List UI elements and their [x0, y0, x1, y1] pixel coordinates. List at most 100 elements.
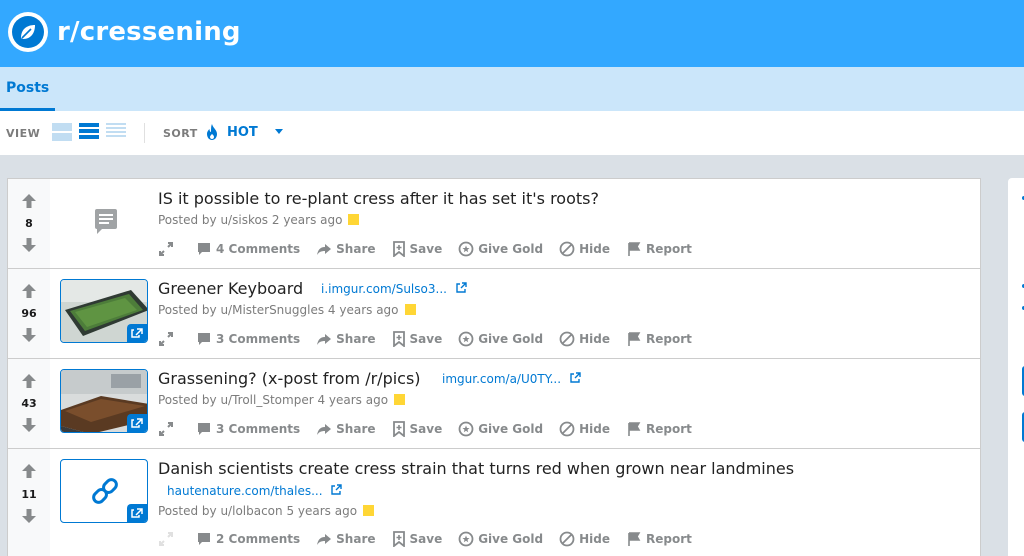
report-button[interactable]: Report — [626, 331, 692, 347]
self-post-icon[interactable] — [60, 189, 148, 253]
post-meta: Posted by u/lolbacon 5 years ago — [158, 504, 375, 518]
expand-icon[interactable] — [158, 531, 174, 547]
report-button[interactable]: Report — [626, 531, 692, 547]
comments-button[interactable]: 3 Comments — [196, 331, 300, 347]
view-label: VIEW — [6, 127, 41, 140]
hide-icon — [559, 241, 575, 257]
hide-button[interactable]: Hide — [559, 531, 610, 547]
give-gold-button[interactable]: Give Gold — [458, 241, 543, 257]
bookmark-icon — [392, 531, 405, 547]
hide-icon — [559, 421, 575, 437]
gold-icon — [458, 421, 474, 437]
downvote-arrow-icon[interactable] — [21, 417, 37, 433]
report-button[interactable]: Report — [626, 241, 692, 257]
upvote-arrow-icon[interactable] — [21, 193, 37, 209]
report-flag-icon — [628, 422, 641, 436]
external-link-icon — [127, 504, 147, 522]
save-button[interactable]: Save — [392, 421, 442, 437]
sort-dropdown[interactable]: HOT — [227, 125, 258, 140]
hide-button[interactable]: Hide — [559, 241, 610, 257]
report-flag-icon — [628, 532, 641, 546]
upvote-arrow-icon[interactable] — [21, 283, 37, 299]
report-flag-icon — [628, 242, 641, 256]
external-link-icon — [331, 484, 343, 495]
post-item[interactable]: 96 Greener Keyboard i.imgur.com/Sulso3..… — [8, 269, 980, 359]
share-button[interactable]: Share — [316, 241, 376, 257]
post-domain-link[interactable]: i.imgur.com/Sulso3... — [321, 282, 467, 296]
gold-icon — [458, 331, 474, 347]
post-list: 8 IS it possible to re-plant cress after… — [7, 178, 981, 556]
post-title[interactable]: Grassening? (x-post from /r/pics) — [158, 369, 421, 388]
subreddit-leaf-icon[interactable] — [8, 12, 48, 52]
external-link-icon — [456, 282, 467, 293]
subreddit-header: r/cressening — [0, 0, 1024, 67]
post-actions: 4 Comments Share Save Give Gold Hide Rep… — [158, 240, 708, 258]
comment-icon — [198, 243, 210, 255]
post-author-time[interactable]: Posted by u/Troll_Stomper 4 years ago — [158, 393, 388, 407]
post-title[interactable]: Danish scientists create cress strain th… — [158, 459, 794, 478]
give-gold-button[interactable]: Give Gold — [458, 421, 543, 437]
post-score: 96 — [21, 307, 37, 320]
post-domain-link[interactable]: hautenature.com/thales... — [167, 484, 343, 498]
expand-icon[interactable] — [158, 331, 174, 347]
share-icon — [317, 334, 332, 345]
share-button[interactable]: Share — [316, 531, 376, 547]
expand-icon[interactable] — [158, 241, 174, 257]
vote-column: 11 — [8, 449, 50, 556]
upvote-arrow-icon[interactable] — [21, 373, 37, 389]
comments-button[interactable]: 2 Comments — [196, 531, 300, 547]
hide-button[interactable]: Hide — [559, 421, 610, 437]
post-author-time[interactable]: Posted by u/MisterSnuggles 4 years ago — [158, 303, 399, 317]
post-author-time[interactable]: Posted by u/lolbacon 5 years ago — [158, 504, 357, 518]
gold-icon — [458, 241, 474, 257]
post-item[interactable]: 43 Grassening? (x-post from /r/pics) img… — [8, 359, 980, 449]
save-button[interactable]: Save — [392, 241, 442, 257]
classic-view-icon[interactable] — [79, 123, 99, 141]
compact-view-icon[interactable] — [106, 123, 126, 141]
chevron-down-icon[interactable] — [275, 129, 283, 134]
give-gold-button[interactable]: Give Gold — [458, 531, 543, 547]
comment-icon — [198, 423, 210, 435]
subreddit-title[interactable]: r/cressening — [57, 17, 241, 47]
flag-icon — [348, 214, 360, 225]
report-button[interactable]: Report — [626, 421, 692, 437]
share-icon — [317, 424, 332, 435]
save-button[interactable]: Save — [392, 531, 442, 547]
flag-icon — [394, 394, 406, 405]
desk-photo[interactable] — [60, 369, 148, 433]
gold-icon — [458, 531, 474, 547]
expand-icon[interactable] — [158, 421, 174, 437]
post-author-time[interactable]: Posted by u/siskos 2 years ago — [158, 213, 342, 227]
downvote-arrow-icon[interactable] — [21, 237, 37, 253]
give-gold-button[interactable]: Give Gold — [458, 331, 543, 347]
keyboard-photo[interactable] — [60, 279, 148, 343]
comment-icon — [198, 533, 210, 545]
share-icon — [317, 244, 332, 255]
post-title[interactable]: Greener Keyboard — [158, 279, 303, 298]
vote-column: 8 — [8, 179, 50, 268]
post-meta: Posted by u/MisterSnuggles 4 years ago — [158, 303, 416, 317]
downvote-arrow-icon[interactable] — [21, 508, 37, 524]
comments-button[interactable]: 4 Comments — [196, 241, 300, 257]
post-domain-link[interactable]: imgur.com/a/U0TY... — [442, 372, 581, 386]
share-button[interactable]: Share — [316, 331, 376, 347]
bookmark-icon — [392, 241, 405, 257]
tab-posts[interactable]: Posts — [0, 67, 56, 111]
external-link-icon — [127, 324, 147, 342]
post-title[interactable]: IS it possible to re-plant cress after i… — [158, 189, 599, 208]
post-item[interactable]: 11 Danish scientists create cress strain… — [8, 449, 980, 556]
downvote-arrow-icon[interactable] — [21, 327, 37, 343]
hide-button[interactable]: Hide — [559, 331, 610, 347]
tab-bar: Posts — [0, 67, 1024, 111]
share-button[interactable]: Share — [316, 421, 376, 437]
sort-toolbar: VIEW SORT HOT — [0, 111, 1024, 155]
flame-icon[interactable] — [205, 123, 219, 141]
post-meta: Posted by u/siskos 2 years ago — [158, 213, 360, 227]
save-button[interactable]: Save — [392, 331, 442, 347]
post-item[interactable]: 8 IS it possible to re-plant cress after… — [8, 179, 980, 269]
card-view-icon[interactable] — [52, 123, 72, 141]
sidebar-panel — [1008, 178, 1024, 556]
link-icon[interactable] — [60, 459, 148, 523]
upvote-arrow-icon[interactable] — [21, 463, 37, 479]
comments-button[interactable]: 3 Comments — [196, 421, 300, 437]
